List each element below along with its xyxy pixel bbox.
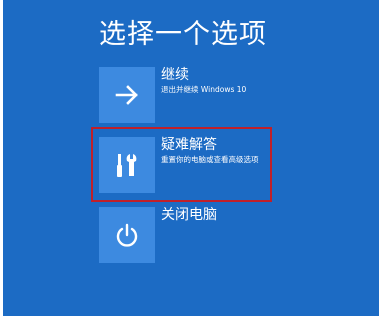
highlight-box bbox=[91, 127, 272, 202]
option-turn-off-title: 关闭电脑 bbox=[161, 207, 217, 223]
continue-tile[interactable] bbox=[99, 67, 155, 123]
option-continue-title: 继续 bbox=[161, 67, 189, 83]
option-continue[interactable]: 继续 退出并继续 Windows 10 bbox=[99, 67, 339, 125]
recovery-screen: 选择一个选项 继续 退出并继续 Windows 10 疑难解答 重置你的电脑或查… bbox=[0, 0, 382, 316]
page-title: 选择一个选项 bbox=[99, 19, 267, 50]
arrow-right-icon bbox=[115, 85, 138, 105]
power-icon bbox=[116, 223, 138, 247]
turn-off-tile[interactable] bbox=[99, 207, 155, 263]
option-continue-subtitle: 退出并继续 Windows 10 bbox=[161, 85, 247, 94]
option-turn-off[interactable]: 关闭电脑 bbox=[99, 207, 339, 265]
